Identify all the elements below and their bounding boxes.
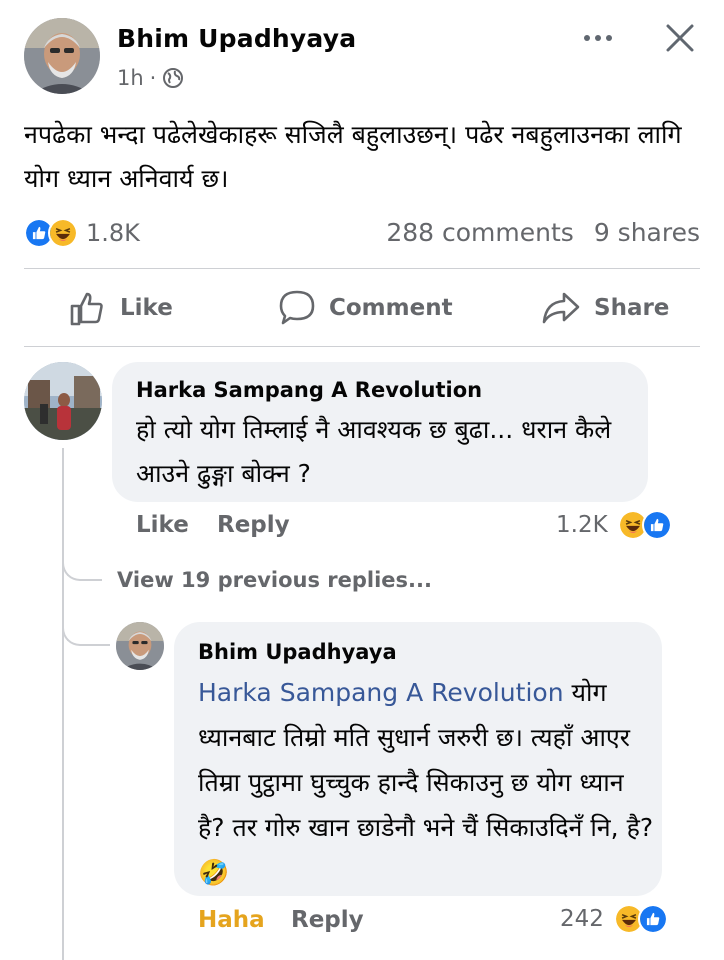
thumbs-up-icon	[70, 292, 103, 326]
share-icon	[542, 292, 580, 324]
reply-author-name[interactable]: Bhim Upadhyaya	[198, 640, 397, 664]
like-reaction-icon	[641, 510, 672, 540]
reaction-count: 1.8K	[86, 219, 140, 247]
commenter-name[interactable]: Harka Sampang A Revolution	[136, 378, 482, 402]
comment-label: Comment	[329, 295, 453, 321]
reply-bubble: Bhim Upadhyaya Harka Sampang A Revolutio…	[174, 622, 662, 896]
comments-count[interactable]: 288 comments	[386, 218, 573, 247]
thread-connector	[62, 555, 102, 581]
haha-reaction-icon	[48, 218, 78, 248]
like-label: Like	[120, 295, 173, 321]
meta-separator: ·	[149, 66, 157, 90]
reply-reply-button[interactable]: Reply	[291, 907, 364, 933]
comment-icon	[279, 290, 315, 325]
comment-like-button[interactable]: Like	[136, 512, 189, 538]
comment-reaction-summary[interactable]: 1.2K	[556, 510, 672, 540]
globe-icon	[163, 68, 184, 88]
close-icon[interactable]	[660, 18, 700, 58]
thread-line	[62, 448, 64, 960]
like-button[interactable]: Like	[68, 270, 173, 346]
post-text: नपढेका भन्दा पढेलेखेकाहरू सजिलै बहुलाउछन…	[24, 120, 682, 193]
reaction-summary[interactable]: 1.8K	[24, 218, 140, 248]
reply-author-avatar[interactable]	[116, 622, 164, 670]
share-button[interactable]: Share	[540, 270, 669, 346]
share-label: Share	[594, 295, 670, 321]
comment-button[interactable]: Comment	[277, 270, 453, 346]
reply-body: योग ध्यानबाट तिम्रो मति सुधार्न जरुरी छ।…	[198, 678, 654, 887]
post-stats: 1.8K 288 comments 9 shares	[24, 212, 700, 254]
comment-reaction-count: 1.2K	[556, 512, 608, 538]
post-author-name[interactable]: Bhim Upadhyaya	[117, 24, 356, 53]
author-avatar[interactable]	[24, 18, 100, 94]
commenter-avatar[interactable]	[24, 362, 102, 440]
comment-text: हो त्यो योग तिम्लाई नै आवश्यक छ बुढा... …	[136, 415, 612, 488]
reply-text: Harka Sampang A Revolution योग ध्यानबाट …	[198, 670, 658, 895]
comment-bubble: Harka Sampang A Revolution हो त्यो योग त…	[112, 362, 648, 502]
post-meta: 1h ·	[117, 66, 184, 90]
post-actions: Like Comment Share	[24, 270, 700, 346]
reply-reaction-count: 242	[560, 906, 604, 932]
thread-connector	[62, 612, 110, 646]
post-time[interactable]: 1h	[117, 66, 144, 90]
shares-count[interactable]: 9 shares	[594, 218, 700, 247]
more-options-icon[interactable]	[578, 20, 618, 56]
reply-haha-button[interactable]: Haha	[198, 907, 265, 933]
divider	[24, 346, 700, 347]
mention-link[interactable]: Harka Sampang A Revolution	[198, 678, 564, 707]
like-reaction-icon	[637, 904, 668, 934]
reply-reaction-summary[interactable]: 242	[560, 904, 668, 934]
divider	[24, 268, 700, 269]
comment-reply-button[interactable]: Reply	[217, 512, 290, 538]
view-previous-replies-link[interactable]: View 19 previous replies...	[117, 568, 432, 592]
post-header: Bhim Upadhyaya 1h ·	[0, 0, 724, 100]
